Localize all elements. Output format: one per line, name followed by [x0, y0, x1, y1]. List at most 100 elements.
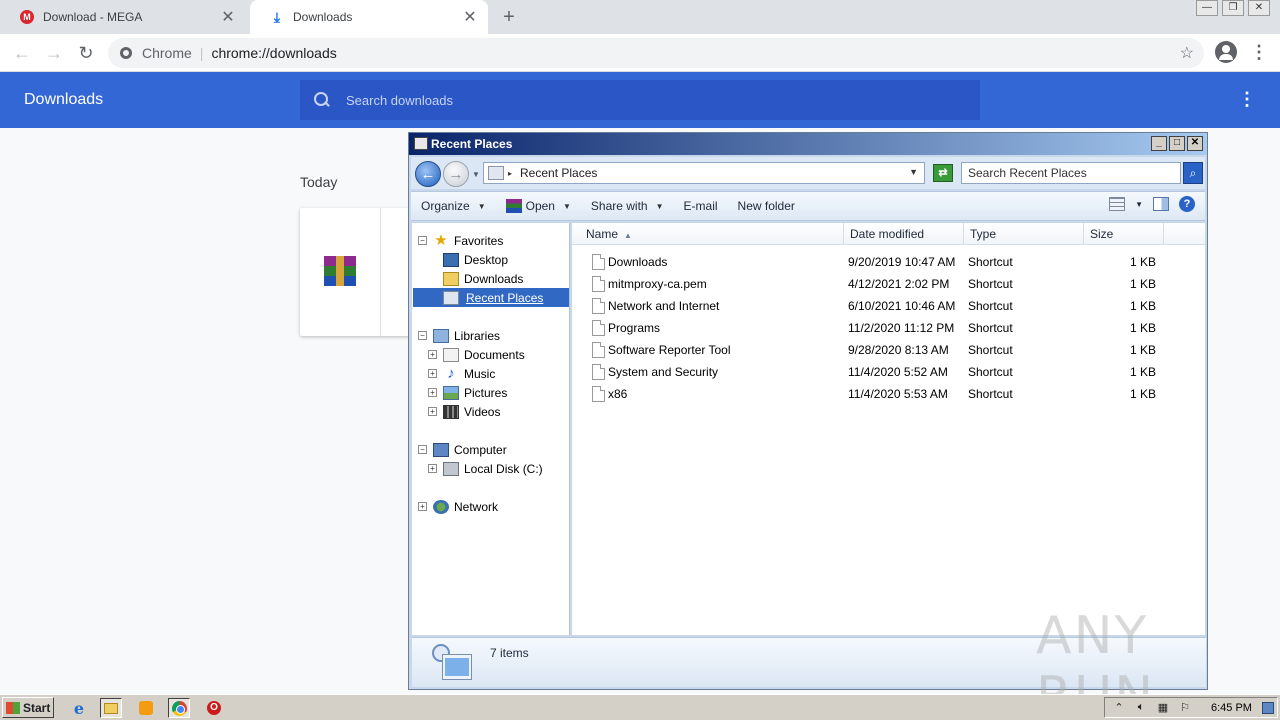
nav-downloads[interactable]: Downloads	[443, 269, 523, 288]
file-row[interactable]: mitmproxy-ca.pem 4/12/2021 2:02 PM Short…	[580, 273, 1180, 295]
volume-icon[interactable]: 🔈︎	[1133, 701, 1149, 715]
file-row[interactable]: Software Reporter Tool 9/28/2020 8:13 AM…	[580, 339, 1180, 361]
chevron-down-icon[interactable]: ▼	[909, 167, 918, 177]
file-row[interactable]: Network and Internet 6/10/2021 10:46 AM …	[580, 295, 1180, 317]
file-name: Downloads	[608, 255, 668, 269]
start-button[interactable]: Start	[2, 697, 54, 718]
nav-local-disk[interactable]: + Local Disk (C:)	[428, 459, 543, 478]
share-with-button[interactable]: Share with ▼	[581, 193, 674, 219]
nav-label: Local Disk (C:)	[464, 461, 543, 476]
windows-logo-icon	[6, 701, 20, 714]
bookmark-star-icon[interactable]: ☆	[1180, 43, 1194, 63]
forward-arrow-icon[interactable]: →	[42, 41, 66, 65]
file-row[interactable]: Downloads 9/20/2019 10:47 AM Shortcut 1 …	[580, 251, 1180, 273]
expand-icon[interactable]: +	[428, 350, 437, 359]
nav-libraries[interactable]: − Libraries	[418, 326, 500, 345]
organize-button[interactable]: Organize ▼	[411, 193, 496, 219]
collapse-icon[interactable]: −	[418, 445, 427, 454]
download-item-card	[300, 208, 420, 336]
column-type[interactable]: Type	[964, 223, 1084, 245]
close-icon[interactable]: ✕	[462, 7, 478, 27]
nav-videos[interactable]: + Videos	[428, 402, 500, 421]
change-view-icon[interactable]	[1109, 197, 1126, 211]
file-row[interactable]: x86 11/4/2020 5:53 AM Shortcut 1 KB	[580, 383, 1180, 405]
nav-network[interactable]: + Network	[418, 497, 498, 516]
network-status-icon[interactable]: ▦	[1155, 701, 1171, 715]
taskbar-chrome[interactable]	[168, 698, 190, 718]
nav-desktop[interactable]: Desktop	[443, 250, 508, 269]
taskbar-media-player[interactable]	[135, 698, 157, 718]
tab-downloads[interactable]: ⤓ Downloads ✕	[250, 0, 488, 34]
reload-icon[interactable]: ↻	[74, 41, 98, 65]
explorer-address-bar: ← → ▼ ▸ Recent Places ▼ ⇄ ⌕	[411, 157, 1205, 189]
taskbar-opera[interactable]: O	[203, 698, 225, 718]
profile-avatar-icon[interactable]	[1215, 41, 1237, 63]
recent-places-icon	[488, 166, 504, 180]
column-name[interactable]: Name ▲	[580, 223, 844, 245]
taskbar: Start e O ⌃ 🔈︎ ▦ ⚐ 6:45 PM	[0, 694, 1280, 720]
restore-button[interactable]: ❐	[1222, 0, 1244, 16]
new-tab-button[interactable]: +	[498, 4, 520, 30]
tab-strip: M Download - MEGA ✕ ⤓ Downloads ✕ + — ❐ …	[0, 0, 1280, 34]
address-field[interactable]: ▸ Recent Places ▼	[483, 162, 925, 184]
back-icon[interactable]: ←	[415, 161, 441, 187]
expand-icon[interactable]: +	[428, 388, 437, 397]
shortcut-file-icon	[592, 254, 605, 270]
close-window-button[interactable]: ✕	[1248, 0, 1270, 16]
help-icon[interactable]: ?	[1179, 196, 1195, 212]
show-desktop-icon[interactable]	[1261, 701, 1274, 714]
breadcrumb[interactable]: Recent Places	[520, 166, 597, 180]
collapse-icon[interactable]: −	[418, 331, 427, 340]
explorer-titlebar[interactable]: Recent Places _ □ ✕	[409, 133, 1207, 155]
column-date-modified[interactable]: Date modified	[844, 223, 964, 245]
libraries-icon	[433, 328, 449, 343]
address-bar[interactable]: Chrome | chrome://downloads ☆	[108, 38, 1204, 68]
new-folder-button[interactable]: New folder	[728, 193, 805, 219]
close-icon[interactable]: ✕	[220, 7, 236, 27]
nav-computer[interactable]: − Computer	[418, 440, 507, 459]
taskbar-explorer[interactable]	[100, 698, 122, 718]
file-date: 11/4/2020 5:52 AM	[848, 365, 948, 379]
minimize-button[interactable]: _	[1151, 136, 1167, 151]
back-arrow-icon[interactable]: ←	[10, 41, 34, 65]
chevron-down-icon[interactable]: ▼	[1135, 200, 1143, 209]
collapse-icon[interactable]: −	[418, 236, 427, 245]
clock[interactable]: 6:45 PM	[1211, 702, 1252, 714]
refresh-icon[interactable]: ⇄	[933, 164, 953, 182]
expand-icon[interactable]: +	[418, 502, 427, 511]
file-row[interactable]: Programs 11/2/2020 11:12 PM Shortcut 1 K…	[580, 317, 1180, 339]
email-button[interactable]: E-mail	[674, 193, 728, 219]
column-headers: Name ▲ Date modified Type Size	[572, 223, 1205, 245]
breadcrumb-arrow-icon[interactable]: ▸	[508, 169, 512, 178]
search-icon	[314, 92, 330, 108]
close-button[interactable]: ✕	[1187, 136, 1203, 151]
nav-documents[interactable]: + Documents	[428, 345, 525, 364]
forward-icon[interactable]: →	[443, 161, 469, 187]
maximize-button[interactable]: □	[1169, 136, 1185, 151]
nav-recent-places[interactable]: Recent Places	[413, 288, 569, 307]
expand-icon[interactable]: +	[428, 369, 437, 378]
history-dropdown-icon[interactable]: ▼	[472, 170, 480, 179]
downloads-search[interactable]	[300, 80, 980, 120]
file-row[interactable]: System and Security 11/4/2020 5:52 AM Sh…	[580, 361, 1180, 383]
expand-icon[interactable]: +	[428, 464, 437, 473]
explorer-search[interactable]	[961, 162, 1181, 184]
nav-pictures[interactable]: + Pictures	[428, 383, 507, 402]
tab-title: Downloads	[293, 10, 353, 24]
search-input[interactable]	[962, 163, 1172, 183]
browser-menu-icon[interactable]: ⋮	[1250, 42, 1268, 64]
taskbar-internet-explorer[interactable]: e	[68, 698, 90, 718]
expand-icon[interactable]: +	[428, 407, 437, 416]
search-icon[interactable]: ⌕	[1183, 162, 1203, 184]
minimize-button[interactable]: —	[1196, 0, 1218, 16]
nav-music[interactable]: + ♪ Music	[428, 364, 495, 383]
action-center-flag-icon[interactable]: ⚐	[1177, 701, 1193, 715]
open-button[interactable]: Open ▼	[496, 193, 581, 219]
tab-mega[interactable]: M Download - MEGA ✕	[0, 0, 246, 34]
more-actions-icon[interactable]: ⋮	[1238, 88, 1256, 110]
column-size[interactable]: Size	[1084, 223, 1164, 245]
nav-favorites[interactable]: − ★ Favorites	[418, 231, 503, 250]
show-hidden-icons-icon[interactable]: ⌃	[1111, 701, 1127, 715]
preview-pane-icon[interactable]	[1153, 197, 1169, 211]
search-input[interactable]	[346, 92, 946, 108]
